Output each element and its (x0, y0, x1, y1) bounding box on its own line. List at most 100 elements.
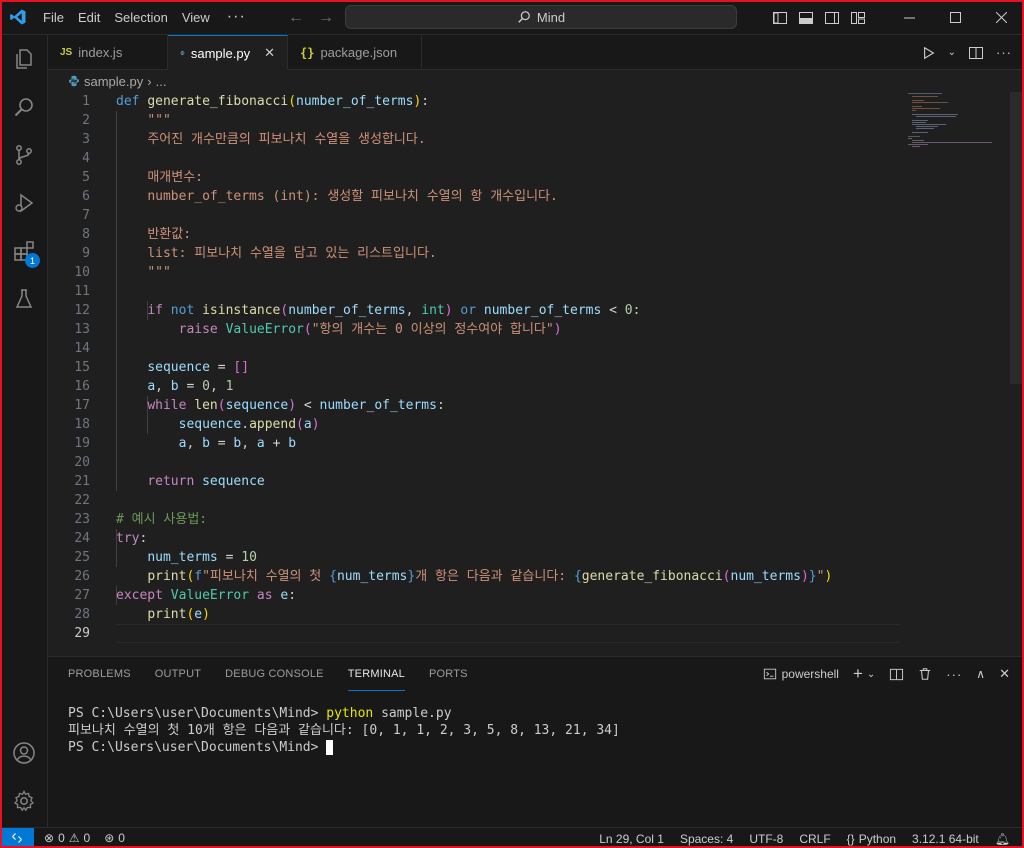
language-mode[interactable]: {} Python (847, 832, 896, 846)
python-interpreter[interactable]: 3.12.1 64-bit (912, 832, 979, 846)
trash-icon[interactable] (918, 667, 932, 681)
arrow-left-icon[interactable]: ← (288, 9, 304, 27)
terminal-shell-selector[interactable]: powershell (763, 667, 839, 681)
chevron-down-icon[interactable]: ⌄ (948, 47, 956, 58)
line-ending[interactable]: CRLF (799, 832, 830, 846)
breadcrumb-file[interactable]: sample.py (84, 74, 143, 89)
tab-output[interactable]: OUTPUT (155, 657, 201, 691)
code-line: 17 while len(sequence) < number_of_terms… (74, 398, 445, 413)
split-editor-icon[interactable] (968, 45, 984, 61)
code-line: 11 (74, 284, 90, 299)
code-line: 22 (74, 493, 90, 508)
menu-view[interactable]: View (175, 0, 217, 35)
tab-label: index.js (78, 45, 123, 60)
tab-package-json[interactable]: {} package.json (288, 35, 422, 70)
more-actions-icon[interactable]: ··· (996, 45, 1012, 60)
layout-controls (772, 10, 866, 26)
status-right: Ln 29, Col 1 Spaces: 4 UTF-8 CRLF {} Pyth… (599, 828, 1010, 848)
code-line: 7 (82, 208, 90, 223)
extensions-button[interactable]: 1 (0, 227, 48, 275)
customize-layout-icon[interactable] (850, 10, 866, 26)
code-line: 5 매개변수: (82, 170, 203, 185)
editor-scrollbar[interactable] (1010, 92, 1022, 384)
source-control-button[interactable] (0, 131, 48, 179)
maximize-panel-icon[interactable]: ∧ (976, 667, 985, 681)
code-line: 3 주어진 개수만큼의 피보나치 수열을 생성합니다. (82, 132, 426, 147)
more-actions-icon[interactable]: ··· (946, 667, 962, 682)
warning-icon: ⚠ (68, 831, 80, 845)
run-debug-button[interactable] (0, 179, 48, 227)
toggle-primary-sidebar-icon[interactable] (772, 10, 788, 26)
split-terminal-icon[interactable] (889, 667, 904, 682)
menu-selection[interactable]: Selection (107, 0, 174, 35)
code-line: 2 """ (82, 113, 171, 128)
menu-file[interactable]: File (36, 0, 71, 35)
cursor-position[interactable]: Ln 29, Col 1 (599, 832, 664, 846)
command-center-search[interactable]: Mind (345, 5, 737, 29)
minimize-button[interactable] (886, 0, 932, 35)
extensions-badge: 1 (25, 253, 40, 268)
python-file-icon (69, 75, 79, 87)
indentation[interactable]: Spaces: 4 (680, 832, 733, 846)
close-panel-icon[interactable]: ✕ (999, 666, 1010, 682)
tab-sample-py[interactable]: sample.py ✕ (168, 35, 288, 70)
panel-tabs: PROBLEMS OUTPUT DEBUG CONSOLE TERMINAL P… (68, 657, 468, 691)
code-line: 26 print(f"피보나치 수열의 첫 {num_terms}개 항은 다음… (74, 569, 833, 584)
code-line: 23 # 예시 사용법: (74, 512, 208, 527)
maximize-button[interactable] (932, 0, 978, 35)
terminal-line: PS C:\Users\user\Documents\Mind> python … (68, 706, 452, 721)
menu-more-button[interactable]: ··· (217, 8, 256, 26)
terminal-output[interactable]: PS C:\Users\user\Documents\Mind> python … (68, 705, 620, 756)
braces-icon: {} (846, 831, 855, 846)
minimap[interactable] (906, 92, 1004, 162)
editor-tab-bar: JS index.js sample.py ✕ {} package.json … (48, 35, 1024, 70)
ports-status[interactable]: ⊛ 0 (104, 831, 125, 845)
code-line: 19 a, b = b, a + b (74, 436, 297, 451)
title-right-controls (772, 0, 1024, 35)
tab-label: sample.py (190, 45, 251, 61)
files-icon (16, 49, 32, 69)
close-window-button[interactable] (978, 0, 1024, 35)
code-line: 24 try: (74, 531, 148, 546)
new-terminal-icon[interactable]: + (853, 664, 863, 684)
tab-terminal[interactable]: TERMINAL (347, 657, 405, 691)
arrow-right-icon[interactable]: → (318, 9, 334, 27)
problems-status[interactable]: ⊗ 0 ⚠ 0 (44, 831, 90, 845)
run-file-icon[interactable] (922, 46, 936, 60)
breadcrumb: sample.py › ... (48, 70, 1024, 92)
javascript-file-icon: JS (60, 47, 73, 58)
json-file-icon: {} (300, 45, 315, 60)
code-editor[interactable]: 1 def generate_fibonacci(number_of_terms)… (48, 92, 1024, 656)
terminal-cursor (326, 740, 334, 755)
close-icon (995, 12, 1007, 23)
code-line: 9 list: 피보나치 수열을 담고 있는 리스트입니다. (82, 246, 437, 261)
tab-index-js[interactable]: JS index.js (48, 35, 168, 70)
accounts-button[interactable] (0, 729, 48, 777)
close-icon[interactable]: ✕ (264, 45, 275, 61)
remote-indicator[interactable] (0, 827, 34, 848)
bell-icon[interactable]: 🔔︎ (995, 832, 1010, 846)
activity-bar: 1 (0, 35, 48, 827)
code-line: 25 num_terms = 10 (74, 550, 257, 565)
beaker-icon (15, 289, 33, 308)
search-button[interactable] (0, 83, 48, 131)
search-icon (14, 98, 33, 117)
encoding[interactable]: UTF-8 (749, 832, 783, 846)
toggle-secondary-sidebar-icon[interactable] (824, 10, 840, 26)
tab-problems[interactable]: PROBLEMS (68, 657, 131, 691)
error-icon: ⊗ (44, 831, 55, 845)
testing-button[interactable] (0, 275, 48, 323)
code-line: 20 (74, 455, 90, 470)
tab-ports[interactable]: PORTS (429, 657, 468, 691)
manage-button[interactable] (0, 777, 48, 825)
run-debug-icon (15, 193, 34, 213)
toggle-panel-icon[interactable] (798, 10, 814, 26)
account-icon (13, 742, 35, 764)
tab-debug-console[interactable]: DEBUG CONSOLE (225, 657, 324, 691)
chevron-down-icon[interactable]: ⌄ (867, 669, 875, 680)
menu-edit[interactable]: Edit (71, 0, 107, 35)
explorer-button[interactable] (0, 35, 48, 83)
bottom-panel: PROBLEMS OUTPUT DEBUG CONSOLE TERMINAL P… (48, 656, 1024, 827)
breadcrumb-symbols[interactable]: ... (156, 74, 167, 89)
status-bar: ⊗ 0 ⚠ 0 ⊛ 0 Ln 29, Col 1 Spaces: 4 UTF-8 CR… (0, 827, 1024, 848)
